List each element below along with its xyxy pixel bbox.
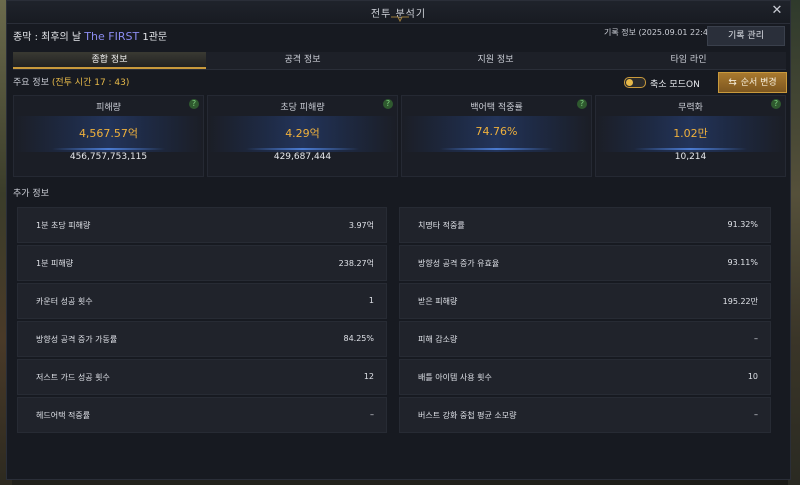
extra-row-value: – xyxy=(754,410,758,419)
help-icon[interactable]: ? xyxy=(577,99,587,109)
tab-attack[interactable]: 공격 정보 xyxy=(206,52,399,69)
extra-row-label: 1분 초당 피해량 xyxy=(36,221,91,230)
extra-row: 1분 초당 피해량 3.97억 xyxy=(17,207,387,243)
stat-subvalue: 429,687,444 xyxy=(273,152,332,162)
extra-row: 방향성 공격 증가 유효율 93.11% xyxy=(399,245,771,281)
encounter-suffix: 1관문 xyxy=(139,32,168,43)
extra-row-value: 12 xyxy=(363,372,374,381)
main-info-title: 주요 정보 xyxy=(13,78,49,88)
stat-glow xyxy=(633,148,748,150)
extra-row-value: – xyxy=(370,410,374,419)
extra-row-label: 방향성 공격 증가 유효율 xyxy=(418,259,500,268)
main-info-label: 주요 정보 (전투 시간 17 : 43) xyxy=(13,75,129,88)
title-bar[interactable]: 전투 분석기 ✕ xyxy=(7,1,790,24)
stat-value: 1.02만 xyxy=(673,127,708,140)
extra-row-label: 방향성 공격 증가 가동률 xyxy=(36,335,118,344)
extra-row-value: 91.32% xyxy=(727,220,758,229)
stat-label: 초당 피해량 xyxy=(280,103,325,113)
battle-time: (전투 시간 17 : 43) xyxy=(51,78,130,88)
stat-subvalue: 10,214 xyxy=(674,152,707,162)
extra-row-value: 10 xyxy=(747,372,758,381)
extra-info-title: 추가 정보 xyxy=(13,189,49,199)
encounter-title: 종막 : 최후의 날 The FIRST 1관문 xyxy=(13,28,167,43)
extra-row-label: 저스트 가드 성공 횟수 xyxy=(36,373,110,382)
extra-row: 헤드어택 적중률 – xyxy=(17,397,387,433)
extra-row-label: 카운터 성공 횟수 xyxy=(36,297,93,306)
close-icon[interactable]: ✕ xyxy=(770,4,784,18)
extra-row-label: 받은 피해량 xyxy=(418,297,458,306)
tab-support[interactable]: 지원 정보 xyxy=(399,52,592,69)
extra-row: 카운터 성공 횟수 1 xyxy=(17,283,387,319)
stat-label: 무력화 xyxy=(678,103,703,113)
stat-card-stagger: 무력화 ? 1.02만 10,214 xyxy=(595,95,786,177)
extra-row-value: 93.11% xyxy=(727,258,758,267)
extra-row: 저스트 가드 성공 횟수 12 xyxy=(17,359,387,395)
extra-row-label: 1분 피해량 xyxy=(36,259,74,268)
extra-row-value: 84.25% xyxy=(343,334,374,343)
extra-row: 배틀 아이템 사용 횟수 10 xyxy=(399,359,771,395)
compact-mode-toggle[interactable] xyxy=(624,77,646,88)
stat-card-back-attack: 백어택 적중률 ? 74.76% xyxy=(401,95,592,177)
extra-row-value: – xyxy=(754,334,758,343)
help-icon[interactable]: ? xyxy=(771,99,781,109)
extra-row: 방향성 공격 증가 가동률 84.25% xyxy=(17,321,387,357)
extra-row: 받은 피해량 195.22만 xyxy=(399,283,771,319)
extra-row-label: 치명타 적중률 xyxy=(418,221,465,230)
help-icon[interactable]: ? xyxy=(383,99,393,109)
compact-mode-label: 축소 모드ON xyxy=(650,80,700,90)
extra-row-label: 배틀 아이템 사용 횟수 xyxy=(418,373,492,382)
record-manage-button[interactable]: 기록 관리 xyxy=(707,26,785,46)
extra-row-label: 헤드어택 적중률 xyxy=(36,411,91,420)
extra-row-label: 피해 감소량 xyxy=(418,335,458,344)
swap-icon: ⇆ xyxy=(728,77,737,88)
main-stats: 피해량 ? 4,567.57억 456,757,753,115 초당 피해량 ?… xyxy=(13,95,786,177)
stat-value: 4,567.57억 xyxy=(78,127,139,140)
extra-row: 치명타 적중률 91.32% xyxy=(399,207,771,243)
stat-label: 피해량 xyxy=(96,103,121,113)
stat-value: 4.29억 xyxy=(285,127,320,140)
stat-glow xyxy=(245,148,360,150)
stat-glow xyxy=(51,148,166,150)
toggle-knob xyxy=(626,79,633,86)
stat-card-dps: 초당 피해량 ? 4.29억 429,687,444 xyxy=(207,95,398,177)
stat-label: 백어택 적중률 xyxy=(470,103,523,113)
order-change-button[interactable]: ⇆ 순서 변경 xyxy=(718,72,787,93)
encounter-prefix: 종막 : 최후의 날 xyxy=(13,32,85,43)
extra-row: 1분 피해량 238.27억 xyxy=(17,245,387,281)
extra-row: 버스트 강화 중첩 평균 소모량 – xyxy=(399,397,771,433)
encounter-highlight: The FIRST xyxy=(84,30,140,43)
combat-analyzer-window: 전투 분석기 ✕ 종막 : 최후의 날 The FIRST 1관문 기록 정보 … xyxy=(6,0,791,480)
order-change-label: 순서 변경 xyxy=(740,78,777,88)
extra-row-value: 195.22만 xyxy=(722,297,758,306)
extra-row: 피해 감소량 – xyxy=(399,321,771,357)
help-icon[interactable]: ? xyxy=(189,99,199,109)
extra-row-value: 238.27억 xyxy=(338,259,374,268)
tab-bar: 종합 정보 공격 정보 지원 정보 타임 라인 xyxy=(13,52,786,70)
stat-glow xyxy=(439,148,554,150)
stat-subvalue: 456,757,753,115 xyxy=(69,152,148,162)
extra-row-label: 버스트 강화 중첩 평균 소모량 xyxy=(418,411,517,420)
extra-row-value: 1 xyxy=(368,296,374,305)
stat-value: 74.76% xyxy=(475,125,518,138)
tab-timeline[interactable]: 타임 라인 xyxy=(592,52,785,69)
title-ornament-icon xyxy=(391,16,409,22)
tab-overview[interactable]: 종합 정보 xyxy=(13,52,206,69)
extra-row-value: 3.97억 xyxy=(348,221,374,230)
stat-card-damage: 피해량 ? 4,567.57억 456,757,753,115 xyxy=(13,95,204,177)
